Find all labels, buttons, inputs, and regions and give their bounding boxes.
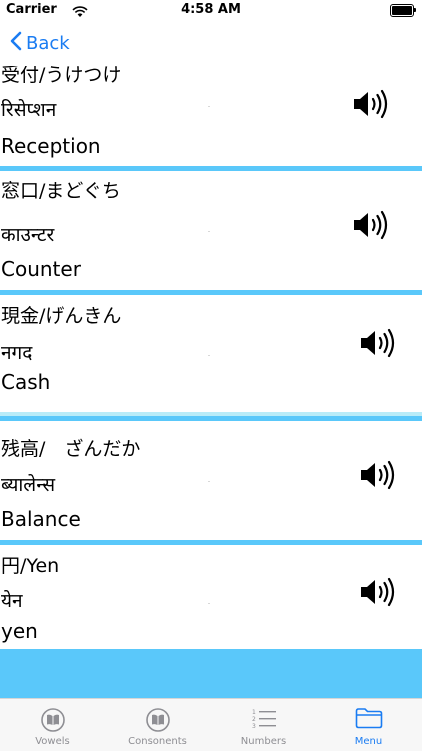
back-label: Back [26, 33, 70, 54]
nepali-text: नगद [1, 342, 33, 364]
japanese-text: 受付/うけつけ [1, 66, 122, 86]
book-icon [145, 707, 171, 737]
tab-menu[interactable]: Menu [316, 699, 421, 751]
english-text: Reception [1, 134, 101, 158]
tab-numbers[interactable]: 123 Numbers [211, 699, 316, 751]
speaker-icon[interactable] [359, 459, 397, 495]
list-item[interactable]: 受付/うけつけ रिसेप्शन Reception [0, 66, 422, 166]
divider-mark [208, 106, 210, 107]
svg-text:2: 2 [252, 716, 256, 723]
divider-mark [208, 355, 210, 356]
english-text: Counter [1, 257, 81, 281]
list-item[interactable]: 窓口/まどぐち काउन्टर Counter [0, 171, 422, 290]
japanese-text: 円/Yen [1, 555, 60, 577]
numbered-list-icon: 123 [251, 707, 277, 735]
word-list[interactable]: 受付/うけつけ रिसेप्शन Reception 窓口/まどぐち काउन्… [0, 66, 422, 698]
status-bar: Carrier 4:58 AM [0, 0, 422, 22]
speaker-icon[interactable] [352, 88, 390, 124]
svg-text:1: 1 [252, 709, 256, 716]
tab-vowels[interactable]: Vowels [0, 699, 105, 751]
list-item[interactable]: 現金/げんきん नगद Cash [0, 295, 422, 412]
english-text: Cash [1, 370, 51, 394]
japanese-text: 残高/ ざんだか [1, 438, 141, 460]
svg-text:3: 3 [252, 723, 256, 730]
nepali-text: रिसेप्शन [1, 99, 57, 121]
tab-label: Consonents [128, 736, 187, 747]
list-item[interactable]: 円/Yen येन yen [0, 545, 422, 649]
speaker-icon[interactable] [359, 576, 397, 612]
battery-icon [390, 4, 416, 17]
tab-label: Vowels [35, 736, 70, 747]
speaker-icon[interactable] [352, 209, 390, 245]
tab-label: Menu [354, 736, 383, 747]
folder-icon [355, 707, 383, 733]
english-text: yen [1, 619, 38, 643]
nepali-text: येन [1, 590, 23, 612]
nepali-text: ब्यालेन्स [1, 474, 56, 496]
japanese-text: 現金/げんきん [1, 305, 122, 327]
divider-mark [208, 603, 210, 604]
english-text: Balance [1, 507, 81, 531]
tab-consonents[interactable]: Consonents [105, 699, 210, 751]
tab-bar: Vowels Consonents 123 Numbers Menu [0, 698, 422, 751]
divider-mark [208, 231, 210, 232]
navigation-bar: Back [0, 22, 422, 67]
back-button[interactable]: Back [10, 31, 70, 56]
list-item[interactable]: 残高/ ざんだか ब्यालेन्स Balance [0, 421, 422, 540]
status-time: 4:58 AM [181, 2, 241, 17]
speaker-icon[interactable] [359, 327, 397, 363]
nepali-text: काउन्टर [1, 224, 55, 246]
book-icon [40, 707, 66, 737]
tab-label: Numbers [240, 736, 287, 747]
divider-mark [208, 481, 210, 482]
list-footer [0, 649, 422, 698]
japanese-text: 窓口/まどぐち [1, 180, 121, 202]
chevron-left-icon [10, 31, 26, 56]
